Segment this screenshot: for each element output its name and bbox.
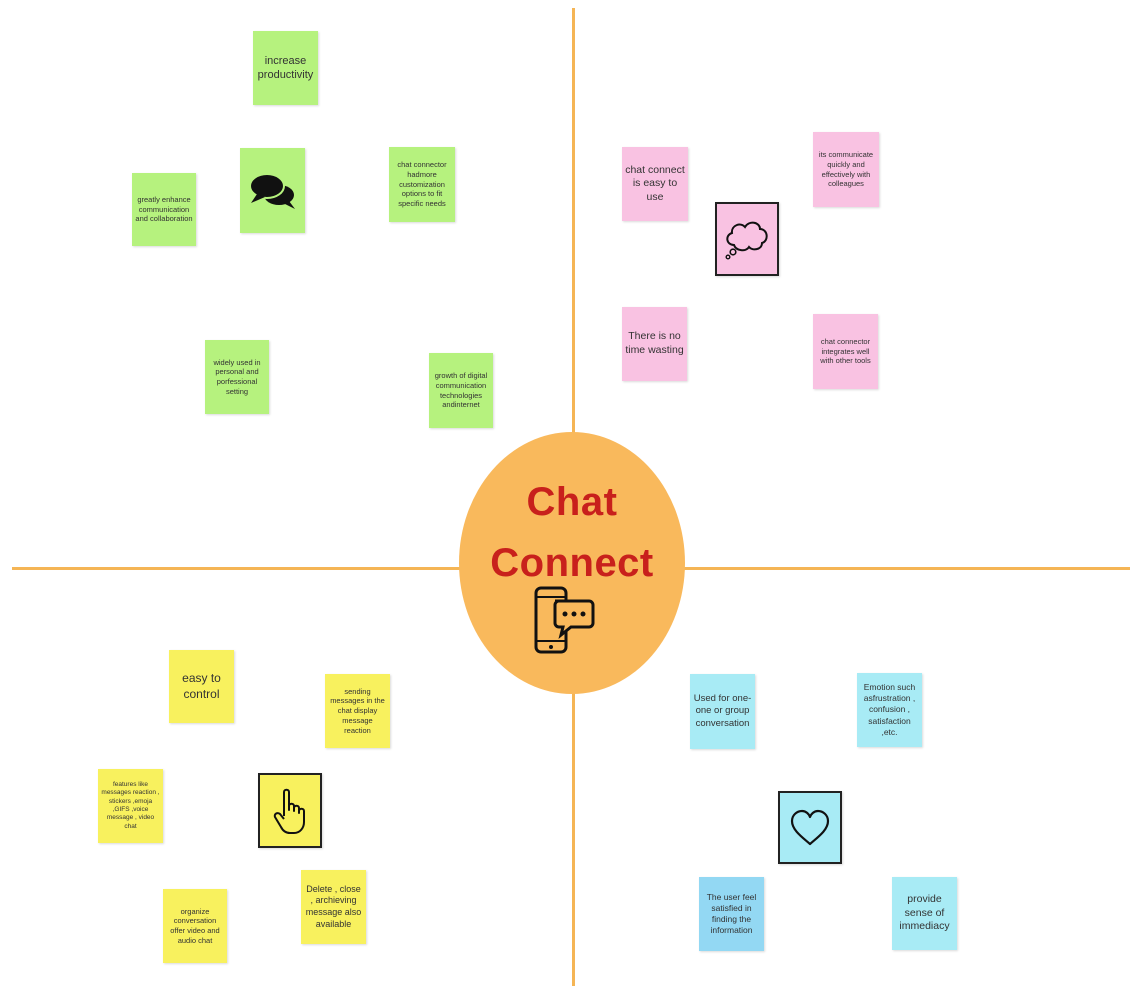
sticky-note[interactable]: There is no time wasting xyxy=(622,307,687,381)
sticky-note[interactable]: provide sense of immediacy xyxy=(892,877,957,950)
sticky-note[interactable]: chat connector hadmore customization opt… xyxy=(389,147,455,222)
sticky-note[interactable]: The user feel satisfied in finding the i… xyxy=(699,877,764,951)
speech-bubbles-icon xyxy=(248,172,295,209)
sticky-note[interactable]: widely used in personal and porfessional… xyxy=(205,340,269,414)
sticky-note[interactable]: Delete , close , archieving message also… xyxy=(301,870,366,944)
pointing-hand-card[interactable] xyxy=(258,773,322,848)
sticky-note[interactable]: organize conversation offer video and au… xyxy=(163,889,227,963)
center-title: Chat Connect xyxy=(459,472,685,594)
speech-bubbles-card[interactable] xyxy=(240,148,305,233)
pointing-hand-icon xyxy=(273,788,305,834)
sticky-note[interactable]: features like messages reaction , sticke… xyxy=(98,769,163,843)
sticky-note[interactable]: increase productivity xyxy=(253,31,318,105)
sticky-note[interactable]: growth of digital communication technolo… xyxy=(429,353,493,428)
center-title-line1: Chat xyxy=(526,480,618,524)
sticky-note[interactable]: sending messages in the chat display mes… xyxy=(325,674,390,748)
heart-card[interactable] xyxy=(778,791,842,864)
sticky-note[interactable]: Used for one-one or group conversation xyxy=(690,674,755,749)
sticky-note[interactable]: greatly enhance communication and collab… xyxy=(132,173,196,246)
thought-cloud-card[interactable] xyxy=(715,202,779,276)
sticky-note[interactable]: chat connect is easy to use xyxy=(622,147,688,221)
phone-chat-icon xyxy=(533,585,595,657)
sticky-note[interactable]: Emotion such asfrustration , confusion ,… xyxy=(857,673,922,747)
sticky-note[interactable]: its communicate quickly and effectively … xyxy=(813,132,879,207)
sticky-note[interactable]: chat connector integrates well with othe… xyxy=(813,314,878,389)
thought-cloud-icon xyxy=(725,221,768,260)
sticky-note[interactable]: easy to control xyxy=(169,650,234,723)
heart-icon xyxy=(790,809,830,845)
